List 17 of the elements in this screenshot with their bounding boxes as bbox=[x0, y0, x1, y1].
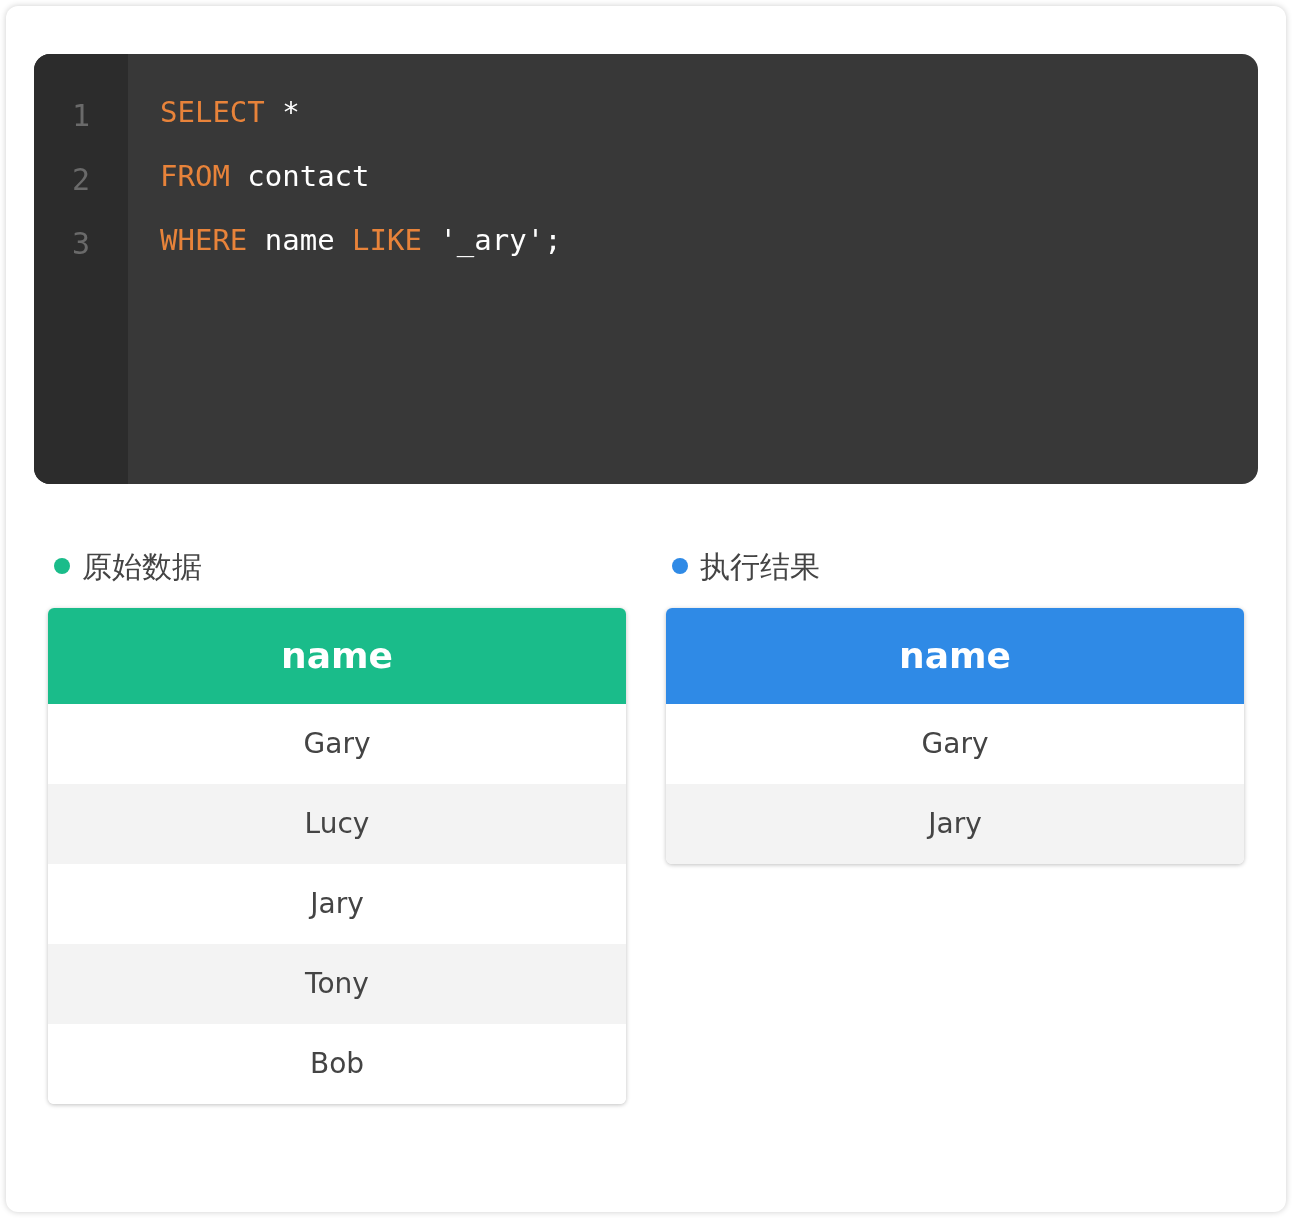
section-title: 执行结果 bbox=[700, 547, 820, 586]
column-header: name bbox=[48, 608, 626, 704]
table-cell: Gary bbox=[666, 704, 1244, 784]
table-cell: Jary bbox=[48, 864, 626, 944]
code-line: WHERE name LIKE '_ary'; bbox=[160, 222, 562, 259]
table-cell: Tony bbox=[48, 944, 626, 1024]
column-header: name bbox=[666, 608, 1244, 704]
line-number: 2 bbox=[71, 161, 91, 199]
line-number: 1 bbox=[71, 97, 91, 135]
table-cell: Bob bbox=[48, 1024, 626, 1104]
code-line: FROM contact bbox=[160, 158, 371, 195]
table-cell: Gary bbox=[48, 704, 626, 784]
table-cell: Lucy bbox=[48, 784, 626, 864]
line-number: 3 bbox=[71, 225, 91, 263]
section-title: 原始数据 bbox=[82, 547, 202, 586]
table-cell: Jary bbox=[666, 784, 1244, 864]
code-line: SELECT * bbox=[160, 94, 301, 131]
